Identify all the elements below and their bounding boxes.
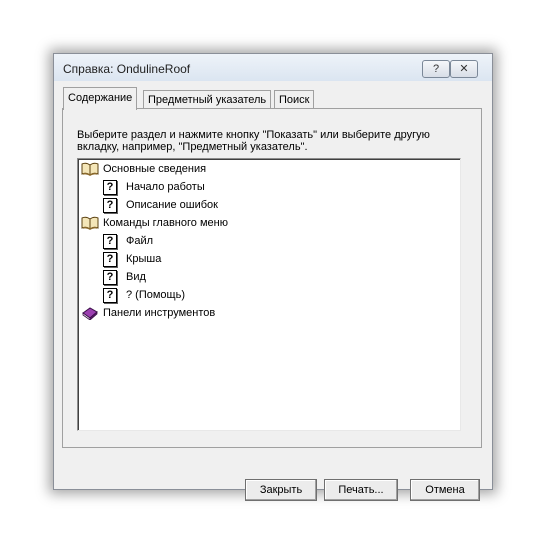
tree-node-help[interactable]: ? ? (Помощь): [103, 286, 185, 304]
tree-node-label: Описание ошибок: [126, 199, 218, 211]
tab-contents[interactable]: Содержание: [63, 87, 138, 110]
tree-node-basics[interactable]: Основные сведения: [81, 160, 206, 178]
contents-tab-panel: Выберите раздел и нажмите кнопку "Показа…: [62, 108, 482, 448]
tab-search[interactable]: Поиск: [274, 90, 315, 109]
close-icon: ✕: [459, 63, 469, 75]
question-icon: ?: [432, 63, 440, 75]
tree-node-main-menu[interactable]: Команды главного меню: [81, 214, 228, 232]
help-page-icon: ?: [103, 251, 117, 267]
tab-label: Содержание: [68, 92, 133, 104]
tree-node-label: Файл: [126, 235, 154, 247]
help-button[interactable]: ?: [422, 60, 450, 78]
tree-node-label: Основные сведения: [103, 163, 207, 175]
help-page-icon: ?: [103, 197, 117, 213]
open-book-icon: [81, 216, 99, 230]
help-page-icon: ?: [103, 179, 117, 195]
tree-node-label: Панели инструментов: [103, 307, 216, 319]
close-button[interactable]: Закрыть: [245, 479, 317, 501]
help-page-icon: ?: [103, 233, 117, 249]
tree-node-toolbars[interactable]: Панели инструментов: [81, 304, 215, 322]
tree-node-view[interactable]: ? Вид: [103, 268, 146, 286]
tree-node-file[interactable]: ? Файл: [103, 232, 153, 250]
print-button[interactable]: Печать...: [324, 479, 398, 501]
title-bar[interactable]: Справка: OndulineRoof ? ✕: [54, 54, 492, 81]
tree-node-label: ? (Помощь): [126, 289, 185, 301]
tree-node-label: Начало работы: [126, 181, 205, 193]
tree-node-roof[interactable]: ? Крыша: [103, 250, 161, 268]
tab-label: Поиск: [279, 94, 310, 106]
cancel-button[interactable]: Отмена: [410, 479, 480, 501]
close-window-button[interactable]: ✕: [450, 60, 478, 78]
instructions-text: Выберите раздел и нажмите кнопку "Показа…: [77, 129, 430, 153]
help-page-icon: ?: [103, 269, 117, 285]
tree-node-errors[interactable]: ? Описание ошибок: [103, 196, 218, 214]
closed-book-icon: [82, 307, 98, 320]
tree-node-label: Вид: [126, 271, 146, 283]
open-book-icon: [81, 162, 99, 176]
tree-node-getting-started[interactable]: ? Начало работы: [103, 178, 205, 196]
help-dialog: Справка: OndulineRoof ? ✕ Содержание Пре…: [53, 53, 493, 501]
tree-node-label: Крыша: [126, 253, 162, 265]
tab-label: Предметный указатель: [148, 94, 267, 106]
window-title: Справка: OndulineRoof: [63, 62, 191, 76]
dialog-client-area: Содержание Предметный указатель Поиск Вы…: [60, 81, 485, 501]
tree-node-label: Команды главного меню: [103, 217, 228, 229]
tab-index[interactable]: Предметный указатель: [143, 90, 272, 109]
topics-tree[interactable]: Основные сведения ? Начало работы ? Опис…: [77, 158, 461, 431]
help-page-icon: ?: [103, 287, 117, 303]
